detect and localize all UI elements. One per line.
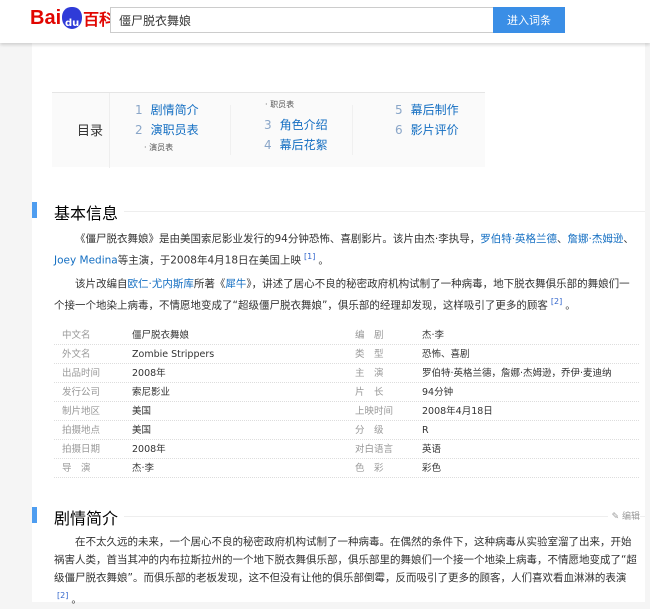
info-value: 英语	[422, 444, 442, 455]
link-rhinoceros[interactable]: 犀牛	[225, 278, 246, 290]
info-label: 主 演	[355, 368, 384, 379]
info-label: 上映时间	[355, 406, 394, 417]
toc-item-reviews[interactable]: 6 影片评价	[395, 121, 459, 138]
intro-paragraph-1: 《僵尸脱衣舞娘》是由美国索尼影业发行的94分钟恐怖、喜剧影片。该片由杰·李执导，…	[54, 233, 634, 267]
info-value: 美国	[132, 425, 152, 436]
info-value: R	[422, 425, 429, 436]
logo-text: Bai	[30, 6, 62, 29]
intro-paragraph-2: 该片改编自欧仁·尤内斯库所著《犀牛》，讲述了居心不良的秘密政府机构试制了一种病毒…	[54, 278, 630, 312]
info-row: 发行公司 索尼影业 片 长 94分钟	[54, 383, 639, 402]
heading-line	[122, 516, 645, 517]
info-label: 中文名	[62, 330, 91, 341]
info-label: 类 型	[355, 349, 384, 360]
heading-bar	[32, 202, 37, 218]
info-label: 编 剧	[355, 330, 384, 341]
info-value: 2008年	[132, 444, 166, 455]
link-jenna-jameson[interactable]: 詹娜·杰姆逊	[568, 233, 624, 245]
info-label: 色 彩	[355, 463, 384, 474]
section-heading-basic: 基本信息	[32, 200, 645, 224]
link-ionesco[interactable]: 欧仁·尤内斯库	[128, 278, 194, 290]
divider	[230, 105, 231, 155]
divider	[352, 105, 353, 155]
info-value: 美国	[132, 406, 152, 417]
toc-item-plot[interactable]: 1 剧情简介	[135, 101, 199, 118]
info-label: 发行公司	[62, 387, 101, 398]
info-row: 拍摄地点 美国 分 级 R	[54, 421, 639, 440]
plot-paragraph: 在不太久远的未来，一个居心不良的秘密政府机构试制了一种病毒。在偶然的条件下，这种…	[54, 536, 637, 606]
search-input[interactable]	[110, 7, 494, 33]
info-label: 拍摄地点	[62, 425, 101, 436]
toc-sub-cast[interactable]: · 演员表	[144, 142, 173, 153]
info-label: 分 级	[355, 425, 384, 436]
heading-line	[122, 211, 645, 212]
link-joey-medina[interactable]: Joey Medina	[54, 255, 118, 267]
baike-logo[interactable]: Bai du 百科	[30, 4, 115, 32]
paw-icon: du	[62, 7, 83, 29]
info-value: 罗伯特·英格兰德，詹娜·杰姆逊，乔伊·麦迪纳	[422, 368, 612, 379]
section-heading-plot: 剧情简介 ✎ 编辑	[32, 505, 645, 529]
info-value: Zombie Strippers	[132, 349, 215, 360]
info-row: 外文名 Zombie Strippers 类 型 恐怖、喜剧	[54, 345, 639, 364]
info-row: 中文名 僵尸脱衣舞娘 编 剧 杰·李	[54, 326, 639, 345]
toc-item-production[interactable]: 5 幕后制作	[395, 101, 459, 118]
info-label: 出品时间	[62, 368, 101, 379]
enter-entry-button[interactable]: 进入词条	[493, 7, 565, 33]
info-label: 制片地区	[62, 406, 101, 417]
header: Bai du 百科 进入词条	[0, 0, 650, 43]
info-value: 彩色	[422, 463, 442, 474]
reference-link[interactable]: [2]	[57, 591, 68, 600]
edit-button[interactable]: ✎ 编辑	[607, 509, 640, 522]
reference-link[interactable]: [1]	[304, 252, 315, 261]
info-value: 恐怖、喜剧	[422, 349, 470, 360]
toc-item-characters[interactable]: 3 角色介绍	[264, 116, 328, 133]
toc-title: 目录	[77, 124, 104, 139]
info-label: 外文名	[62, 349, 91, 360]
toc-sub-crew[interactable]: · 职员表	[265, 99, 294, 110]
info-row: 制片地区 美国 上映时间 2008年4月18日	[54, 402, 639, 421]
info-row: 拍摄日期 2008年 对白语言 英语	[54, 440, 639, 459]
table-of-contents: 目录 1 剧情简介 2 演职员表 · 演员表 · 职员表 3 角色介绍 4 幕后花絮 5…	[52, 92, 485, 168]
info-label: 对白语言	[355, 444, 394, 455]
info-value: 2008年	[132, 368, 166, 379]
basic-info-table: 中文名 僵尸脱衣舞娘编 剧杰·李 外文名 Zombie Strippers 类 型恐怖、…	[54, 326, 639, 478]
divider	[109, 93, 110, 168]
reference-link[interactable]: [2]	[551, 297, 562, 306]
info-value: 僵尸脱衣舞娘	[132, 330, 190, 341]
heading-bar	[32, 507, 37, 523]
info-label: 片 长	[355, 387, 384, 398]
info-value: 索尼影业	[132, 387, 171, 398]
heading-text: 基本信息	[54, 200, 125, 224]
info-value: 94分钟	[422, 387, 454, 398]
info-value: 杰·李	[422, 330, 445, 341]
info-row: 出品时间 2008年 主 演 罗伯特·英格兰德，詹娜·杰姆逊，乔伊·麦迪纳	[54, 364, 639, 383]
info-value: 杰·李	[132, 463, 155, 474]
info-row: 导 演 杰·李 色 彩 彩色	[54, 459, 639, 478]
heading-text: 剧情简介	[54, 505, 125, 529]
main-content: 目录 1 剧情简介 2 演职员表 · 演员表 · 职员表 3 角色介绍 4 幕后花絮 5…	[32, 43, 645, 606]
link-robert-englund[interactable]: 罗伯特·英格兰德	[480, 233, 557, 245]
info-label: 拍摄日期	[62, 444, 101, 455]
info-value: 2008年4月18日	[422, 406, 493, 417]
toc-item-trivia[interactable]: 4 幕后花絮	[264, 136, 328, 153]
toc-item-cast-crew[interactable]: 2 演职员表	[135, 121, 199, 138]
info-label: 导 演	[62, 463, 91, 474]
